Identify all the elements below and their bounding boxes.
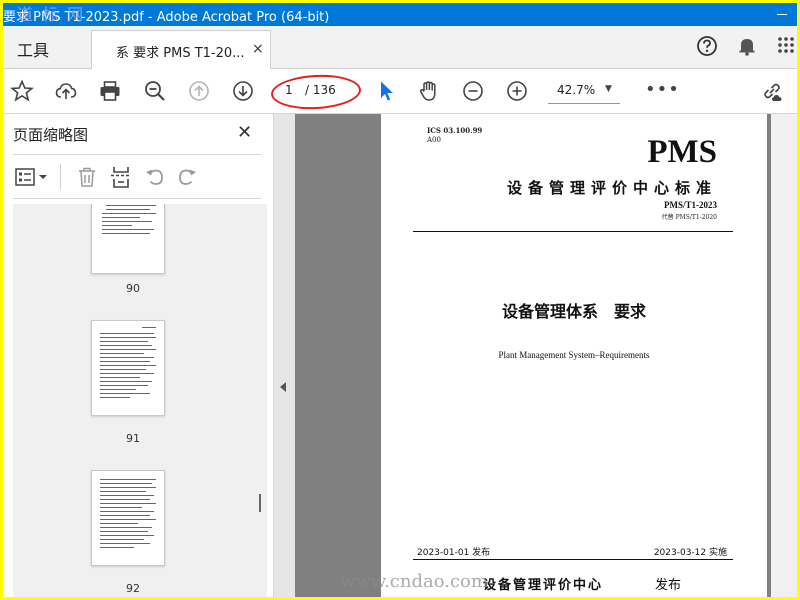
thumbnail-page-number: 90 — [126, 282, 140, 295]
tool-separator — [60, 164, 61, 190]
thumbnail-list: 90 91 92 — [13, 204, 253, 597]
document-title-en: Plant Management System–Requirements — [498, 350, 650, 360]
divider — [13, 154, 261, 155]
next-page-icon[interactable] — [231, 79, 255, 103]
release-label: 发布 — [655, 578, 682, 593]
title-bar: 要求 PMS T1-2023.pdf - Adobe Acrobat Pro (… — [3, 3, 797, 26]
page-thumbnail[interactable] — [91, 320, 165, 416]
close-tab-icon[interactable]: × — [252, 41, 264, 57]
classification-code: A00 — [427, 136, 441, 144]
chevron-down-icon: ▼ — [605, 84, 612, 94]
issuing-body-header: 设备管理评价中心标准 — [506, 179, 717, 197]
thumbnail-scrollbar-thumb[interactable] — [259, 494, 261, 512]
issue-date: 2023-01-01 发布 — [417, 548, 491, 558]
help-icon[interactable] — [696, 35, 718, 57]
collapse-arrow-icon — [280, 382, 286, 392]
tab-tools[interactable]: 工具 — [17, 37, 49, 61]
page-number-box: 1 / 136 — [270, 72, 362, 112]
red-annotation-ellipse — [270, 72, 362, 112]
acrobat-window: 要求 PMS T1-2023.pdf - Adobe Acrobat Pro (… — [3, 3, 797, 597]
standard-series: PMS — [647, 134, 717, 170]
bookmark-star-icon[interactable] — [10, 79, 34, 103]
share-link-cloud-icon[interactable] — [760, 79, 784, 103]
panel-title: 页面缩略图 — [13, 126, 89, 144]
thumbnail-page-number: 92 — [126, 582, 140, 595]
zoom-in-icon[interactable] — [505, 79, 529, 103]
site-watermark: 道 标 网 — [17, 5, 86, 24]
page-thumbnails-panel: 页面缩略图 ✕ 90 91 92 — [3, 114, 273, 597]
panel-collapse-handle[interactable] — [273, 114, 296, 597]
tab-document[interactable]: 系 要求 PMS T1-20... × — [91, 30, 271, 69]
divider — [13, 198, 261, 199]
print-icon[interactable] — [98, 79, 122, 103]
hand-tool-icon[interactable] — [417, 79, 441, 103]
replaces-note: 代替 PMS/T1-2020 — [661, 214, 717, 221]
footer-rule — [413, 559, 733, 560]
ics-code: ICS 03.100.99 — [427, 126, 483, 135]
thumbnail-options-icon[interactable] — [15, 166, 51, 188]
main-toolbar: 1 / 136 42.7% ▼ ••• — [3, 69, 797, 114]
rotate-counterclockwise-icon[interactable] — [143, 165, 167, 189]
thumbnail-scrollbar[interactable] — [253, 204, 267, 597]
standard-number: PMS/T1-2023 — [664, 200, 717, 210]
rotate-clockwise-icon[interactable] — [175, 165, 199, 189]
zoom-level-value: 42.7% — [557, 83, 596, 97]
document-view: ICS 03.100.99 A00 PMS 设备管理评价中心标准 PMS/T1-… — [295, 114, 771, 597]
zoom-out-icon[interactable] — [461, 79, 485, 103]
tab-bar: 工具 系 要求 PMS T1-20... × — [3, 26, 797, 69]
panel-toolbar — [3, 162, 273, 192]
minimize-icon[interactable] — [777, 14, 787, 15]
header-rule — [413, 231, 733, 232]
site-watermark-url: www.cndao.com — [340, 571, 488, 592]
previous-page-icon[interactable] — [187, 79, 211, 103]
apps-grid-icon[interactable] — [776, 35, 796, 55]
close-panel-icon[interactable]: ✕ — [237, 122, 252, 143]
page-thumbnail[interactable] — [91, 204, 165, 274]
pdf-page: ICS 03.100.99 A00 PMS 设备管理评价中心标准 PMS/T1-… — [381, 114, 767, 597]
thumbnail-page-number: 91 — [126, 432, 140, 445]
zoom-out-search-icon[interactable] — [143, 79, 167, 103]
document-title-cn: 设备管理体系 要求 — [501, 302, 646, 321]
page-thumbnail[interactable] — [91, 470, 165, 566]
publisher: 设备管理评价中心 — [483, 578, 604, 593]
notifications-bell-icon[interactable] — [736, 35, 758, 57]
delete-page-trash-icon[interactable] — [75, 165, 99, 189]
document-scrollbar[interactable] — [771, 114, 797, 597]
select-cursor-icon[interactable] — [375, 79, 399, 103]
implementation-date: 2023-03-12 实施 — [653, 548, 727, 558]
upload-cloud-icon[interactable] — [54, 79, 78, 103]
document-tab-label: 系 要求 PMS T1-20... — [116, 46, 245, 61]
more-tools-icon[interactable]: ••• — [645, 79, 680, 100]
extract-pages-icon[interactable] — [109, 165, 133, 189]
zoom-level-select[interactable]: 42.7% ▼ — [548, 79, 620, 104]
